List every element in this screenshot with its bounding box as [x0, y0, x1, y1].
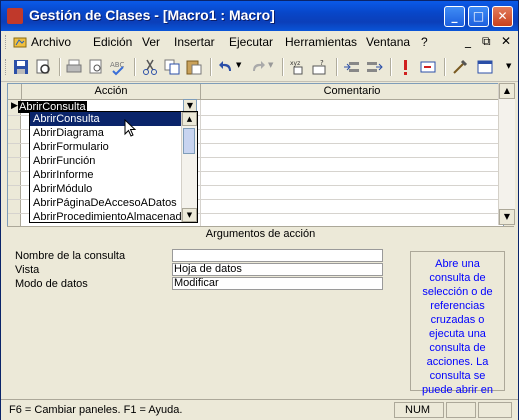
preview-icon[interactable] — [87, 58, 105, 76]
run-icon[interactable] — [397, 58, 415, 76]
dropdown-scroll-down-button[interactable]: ▼ — [182, 208, 197, 222]
print-icon[interactable] — [65, 58, 83, 76]
toolbar-separator — [282, 58, 284, 76]
insert-rows-icon[interactable] — [343, 58, 361, 76]
grid-vertical-scrollbar[interactable]: ▲ ▼ — [498, 83, 515, 225]
column-divider — [200, 100, 201, 226]
status-pane — [446, 402, 476, 418]
menu-grip[interactable] — [5, 35, 9, 49]
access-app-icon[interactable] — [7, 8, 23, 24]
mdi-minimize-button[interactable]: _ — [465, 34, 471, 48]
minimize-button[interactable]: _ — [444, 6, 465, 27]
undo-icon[interactable] — [217, 58, 235, 76]
menu-herramientas[interactable]: Herramientas — [285, 35, 357, 49]
delete-rows-icon[interactable] — [365, 58, 383, 76]
document-icon[interactable] — [13, 35, 27, 49]
dropdown-option[interactable]: AbrirInforme — [30, 168, 183, 182]
menu-edicion[interactable]: Edición — [93, 35, 132, 49]
toolbar-separator — [336, 58, 338, 76]
action-dropdown-list[interactable]: AbrirConsulta AbrirDiagrama AbrirFormula… — [29, 111, 198, 223]
title-bar[interactable]: Gestión de Clases - [Macro1 : Macro] _ □… — [1, 1, 518, 31]
conditions-icon[interactable]: ? — [311, 58, 329, 76]
dropdown-option[interactable]: AbrirPáginaDeAccesoADatos — [30, 196, 183, 210]
step-icon[interactable] — [419, 58, 437, 76]
mdi-restore-button[interactable]: ⧉ — [482, 34, 491, 49]
menu-ver[interactable]: Ver — [142, 35, 160, 49]
menu-bar: Archivo Edición Ver Insertar Ejecutar He… — [1, 31, 518, 54]
query-name-label: Nombre de la consulta — [15, 250, 126, 262]
comment-column-header[interactable]: Comentario — [201, 84, 503, 100]
maximize-button[interactable]: □ — [468, 6, 489, 27]
close-button[interactable]: ✕ — [492, 6, 513, 27]
grid-corner[interactable] — [8, 84, 22, 100]
toolbar-separator — [59, 58, 61, 76]
toolbar: ABC ▼ ▼ xyz ? ▼ — [1, 53, 518, 82]
menu-help[interactable]: ? — [421, 35, 428, 49]
row-selector-column[interactable] — [8, 100, 21, 226]
redo-icon[interactable] — [249, 58, 267, 76]
dropdown-option[interactable]: AbrirFunción — [30, 154, 183, 168]
macro-names-icon[interactable]: xyz — [289, 58, 307, 76]
data-mode-label: Modo de datos — [15, 278, 88, 290]
menu-insertar[interactable]: Insertar — [174, 35, 215, 49]
status-bar: F6 = Cambiar paneles. F1 = Ayuda. NUM — [1, 399, 518, 420]
dropdown-option[interactable]: AbrirMódulo — [30, 182, 183, 196]
data-mode-field[interactable]: Modificar — [172, 277, 383, 290]
menu-ventana[interactable]: Ventana — [366, 35, 410, 49]
menu-archivo[interactable]: Archivo — [31, 35, 71, 49]
build-icon[interactable] — [451, 58, 469, 76]
cut-icon[interactable] — [141, 58, 159, 76]
num-lock-indicator: NUM — [405, 404, 431, 416]
action-arguments-panel: Argumentos de acción Nombre de la consul… — [7, 226, 514, 399]
current-row-marker-icon: ▶ — [11, 101, 18, 111]
status-pane — [478, 402, 512, 418]
dropdown-option[interactable]: AbrirConsulta — [30, 112, 183, 126]
toolbar-separator — [390, 58, 392, 76]
scroll-up-button[interactable]: ▲ — [499, 83, 515, 99]
spelling-icon[interactable]: ABC — [109, 58, 127, 76]
mouse-cursor-icon — [124, 119, 137, 137]
dropdown-option[interactable]: AbrirFormulario — [30, 140, 183, 154]
database-window-icon[interactable] — [476, 58, 494, 76]
status-text: F6 = Cambiar paneles. F1 = Ayuda. — [9, 404, 183, 416]
print-preview-icon[interactable] — [34, 58, 52, 76]
mdi-close-button[interactable]: ✕ — [501, 34, 511, 48]
dropdown-option[interactable]: AbrirDiagrama — [30, 126, 183, 140]
menu-ejecutar[interactable]: Ejecutar — [229, 35, 273, 49]
save-icon[interactable] — [12, 58, 30, 76]
toolbar-separator — [134, 58, 136, 76]
undo-dropdown-icon[interactable]: ▼ — [236, 61, 241, 69]
toolbar-separator — [444, 58, 446, 76]
help-text-box: Abre una consulta de selección o de refe… — [410, 251, 505, 396]
copy-icon[interactable] — [163, 58, 181, 76]
redo-dropdown-icon[interactable]: ▼ — [268, 61, 273, 69]
macro-window: Gestión de Clases - [Macro1 : Macro] _ □… — [0, 0, 519, 420]
dropdown-option[interactable]: AbrirProcedimientoAlmacenado — [30, 210, 183, 224]
scroll-down-button[interactable]: ▼ — [499, 209, 515, 225]
paste-icon[interactable] — [185, 58, 203, 76]
query-name-field[interactable] — [172, 249, 383, 262]
toolbar-overflow-icon[interactable]: ▼ — [506, 62, 511, 70]
dropdown-scroll-thumb[interactable] — [183, 128, 195, 154]
window-title: Gestión de Clases - [Macro1 : Macro] — [29, 7, 275, 23]
view-label: Vista — [15, 264, 40, 276]
action-column-header[interactable]: Acción — [22, 84, 201, 100]
svg-text:xyz: xyz — [290, 60, 300, 67]
view-field[interactable]: Hoja de datos — [172, 263, 383, 276]
toolbar-separator — [210, 58, 212, 76]
arguments-title: Argumentos de acción — [205, 228, 316, 240]
toolbar-grip[interactable] — [5, 59, 9, 75]
dropdown-scrollbar[interactable]: ▲ ▼ — [181, 112, 197, 222]
dropdown-scroll-up-button[interactable]: ▲ — [182, 112, 197, 126]
